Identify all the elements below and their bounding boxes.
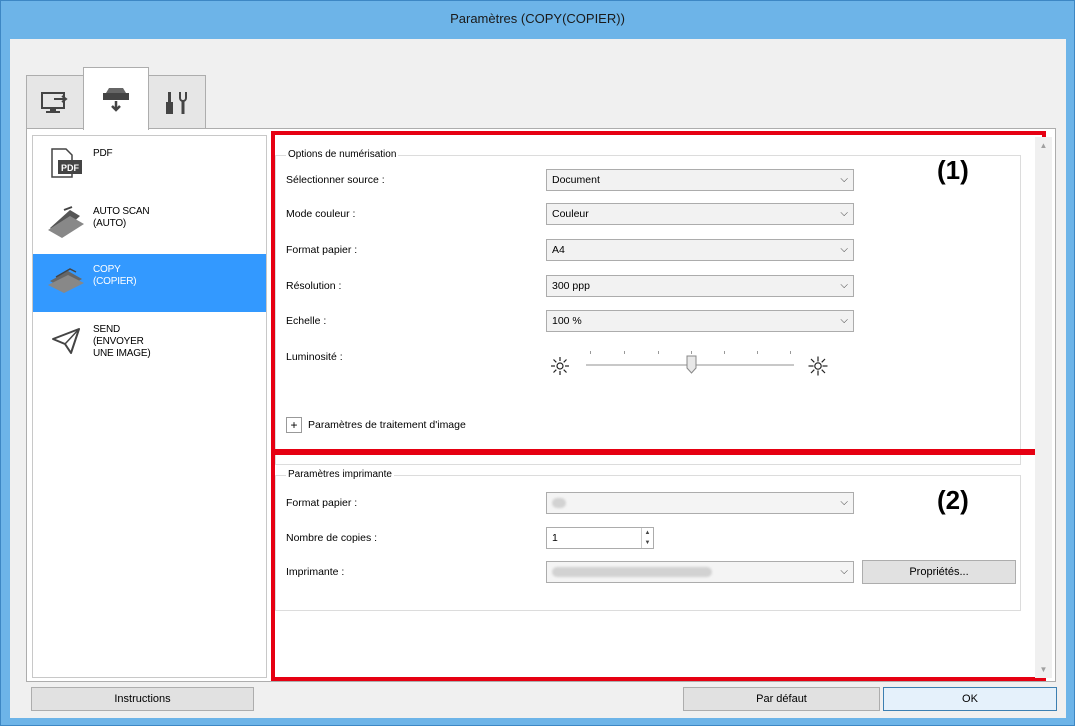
instructions-button[interactable]: Instructions (31, 687, 254, 711)
scan-type-list: PDF PDF AUTO SCAN (AUTO) COPY (COPIER) S… (32, 135, 267, 678)
settings-panel: PDF PDF AUTO SCAN (AUTO) COPY (COPIER) S… (26, 128, 1056, 682)
options-area: Options de numérisation Sélectionner sou… (271, 131, 1052, 681)
list-item-label: PDF (93, 148, 113, 159)
list-item-copy[interactable]: COPY (COPIER) (33, 254, 266, 312)
list-item-auto-scan[interactable]: AUTO SCAN (AUTO) (33, 196, 266, 256)
list-item-label: SEND (ENVOYER UNE IMAGE) (93, 324, 151, 359)
send-icon (52, 328, 80, 354)
auto-scan-icon (48, 206, 84, 238)
svg-text:PDF: PDF (61, 163, 80, 173)
tab-general-settings[interactable] (148, 75, 206, 129)
copy-icon (48, 268, 84, 293)
default-button[interactable]: Par défaut (683, 687, 880, 711)
pdf-icon: PDF (51, 148, 82, 178)
scroll-down-icon[interactable]: ▼ (1035, 661, 1052, 678)
window-title: Paramètres (COPY(COPIER)) (450, 11, 625, 26)
list-item-label: AUTO SCAN (AUTO) (93, 206, 150, 229)
tab-scan-from-computer[interactable] (26, 75, 84, 129)
general-settings-icon (166, 91, 187, 114)
list-item-pdf[interactable]: PDF PDF (33, 138, 266, 192)
dialog-client: PDF PDF AUTO SCAN (AUTO) COPY (COPIER) S… (10, 39, 1066, 718)
scan-from-computer-icon (41, 91, 68, 113)
callout-label-2: (2) (937, 485, 969, 515)
scroll-up-icon[interactable]: ▲ (1035, 137, 1052, 154)
callout-box-2 (271, 451, 1046, 681)
vertical-scrollbar[interactable]: ▲ ▼ (1035, 137, 1052, 678)
list-item-label: COPY (COPIER) (93, 264, 137, 287)
scan-from-panel-icon (103, 88, 129, 112)
ok-button[interactable]: OK (883, 687, 1057, 711)
settings-window: Paramètres (COPY(COPIER)) PDF PDF AUTO S… (0, 0, 1075, 726)
tab-scan-from-panel[interactable] (83, 67, 149, 130)
callout-label-1: (1) (937, 155, 969, 185)
callout-box-1 (271, 131, 1046, 453)
list-item-send[interactable]: SEND (ENVOYER UNE IMAGE) (33, 314, 266, 378)
